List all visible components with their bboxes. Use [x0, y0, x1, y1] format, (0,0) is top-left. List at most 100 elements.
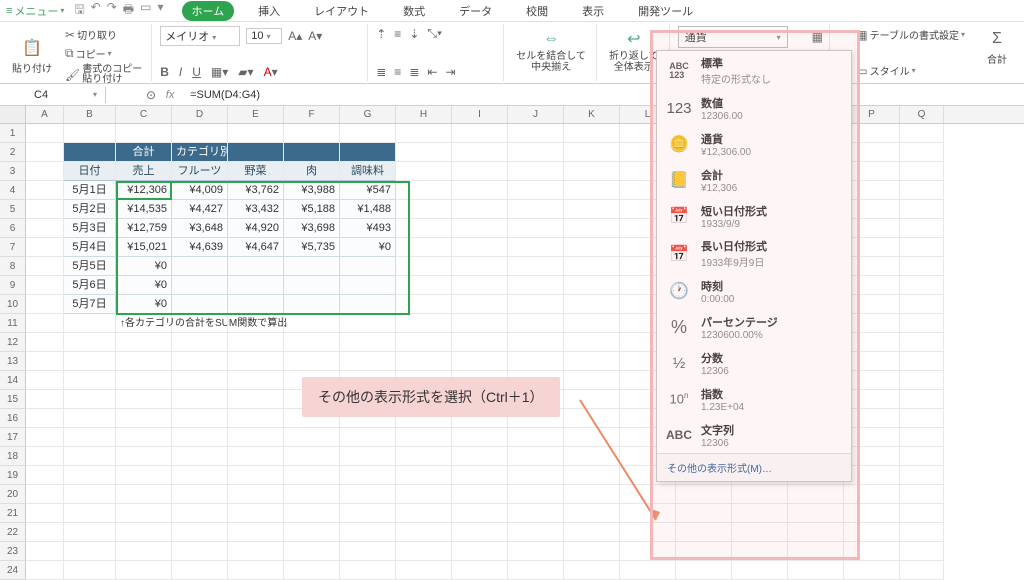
- cell[interactable]: [396, 485, 452, 504]
- cell[interactable]: [564, 238, 620, 257]
- cell[interactable]: [844, 371, 900, 390]
- cell[interactable]: [900, 276, 944, 295]
- cell[interactable]: [172, 124, 228, 143]
- col-header-Q[interactable]: Q: [900, 106, 944, 123]
- cell[interactable]: [900, 390, 944, 409]
- cell[interactable]: [396, 333, 452, 352]
- cell[interactable]: [900, 466, 944, 485]
- cell[interactable]: [340, 352, 396, 371]
- cell[interactable]: ¥5,735: [284, 238, 340, 257]
- cell[interactable]: [340, 143, 396, 162]
- formula-input[interactable]: =SUM(D4:G4): [184, 87, 1024, 103]
- cell[interactable]: [508, 333, 564, 352]
- cell[interactable]: [452, 219, 508, 238]
- cell[interactable]: [26, 124, 64, 143]
- row-header[interactable]: 18: [0, 447, 26, 466]
- cell[interactable]: [116, 542, 172, 561]
- cell[interactable]: [844, 124, 900, 143]
- cell[interactable]: [26, 162, 64, 181]
- cell[interactable]: [564, 200, 620, 219]
- cell[interactable]: [116, 523, 172, 542]
- cell[interactable]: [64, 333, 116, 352]
- cell[interactable]: [284, 504, 340, 523]
- cell[interactable]: [228, 409, 284, 428]
- cell[interactable]: [396, 219, 452, 238]
- cell[interactable]: 5月1日: [64, 181, 116, 200]
- row-header[interactable]: 10: [0, 295, 26, 314]
- cell[interactable]: [564, 219, 620, 238]
- format-option-時刻[interactable]: 🕐時刻0:00:00: [657, 273, 851, 309]
- cell[interactable]: [64, 371, 116, 390]
- format-option-標準[interactable]: ABC123標準特定の形式なし: [657, 51, 851, 90]
- orientation-icon[interactable]: ⤡▾: [427, 26, 442, 41]
- cell[interactable]: [844, 390, 900, 409]
- cell[interactable]: [228, 295, 284, 314]
- cell[interactable]: [900, 447, 944, 466]
- cell[interactable]: 肉: [284, 162, 340, 181]
- cell[interactable]: [228, 447, 284, 466]
- cell[interactable]: [676, 504, 732, 523]
- cell[interactable]: カテゴリ別売上: [172, 143, 228, 162]
- preview-icon[interactable]: ▭: [140, 0, 151, 21]
- cell[interactable]: [900, 409, 944, 428]
- cell[interactable]: [172, 504, 228, 523]
- cell[interactable]: ¥0: [116, 276, 172, 295]
- cell[interactable]: [340, 314, 396, 333]
- cell[interactable]: [844, 428, 900, 447]
- row-header[interactable]: 7: [0, 238, 26, 257]
- cell[interactable]: [508, 162, 564, 181]
- cell[interactable]: [844, 542, 900, 561]
- cell[interactable]: [64, 143, 116, 162]
- cell[interactable]: [64, 409, 116, 428]
- cell[interactable]: [26, 371, 64, 390]
- cell[interactable]: [452, 200, 508, 219]
- cell[interactable]: [452, 257, 508, 276]
- tab-レイアウト[interactable]: レイアウト: [304, 1, 379, 21]
- font-name-select[interactable]: メイリオ ▾: [160, 26, 240, 46]
- cell[interactable]: [228, 504, 284, 523]
- cell[interactable]: [172, 371, 228, 390]
- cell[interactable]: [284, 466, 340, 485]
- border-button[interactable]: ▦▾: [211, 65, 228, 79]
- cell[interactable]: [844, 276, 900, 295]
- cell[interactable]: [340, 276, 396, 295]
- increase-font-icon[interactable]: A▴: [288, 29, 302, 43]
- cell[interactable]: [284, 143, 340, 162]
- cell[interactable]: [64, 428, 116, 447]
- cell[interactable]: [508, 561, 564, 580]
- cell[interactable]: ¥547: [340, 181, 396, 200]
- row-header[interactable]: 5: [0, 200, 26, 219]
- cut-button[interactable]: ✂切り取り: [62, 26, 145, 43]
- cell[interactable]: [452, 542, 508, 561]
- cell[interactable]: [788, 523, 844, 542]
- cell[interactable]: [340, 466, 396, 485]
- format-option-長い日付形式[interactable]: 📅長い日付形式1933年9月9日: [657, 234, 851, 273]
- cell[interactable]: [396, 352, 452, 371]
- cell[interactable]: [172, 428, 228, 447]
- cell[interactable]: [26, 409, 64, 428]
- number-format-dropdown[interactable]: 通貨 ▾: [678, 26, 788, 48]
- cell[interactable]: [172, 523, 228, 542]
- cell[interactable]: [508, 276, 564, 295]
- cell[interactable]: [64, 485, 116, 504]
- align-left-icon[interactable]: ≣: [376, 65, 386, 79]
- cell[interactable]: [396, 428, 452, 447]
- cell[interactable]: [116, 561, 172, 580]
- col-header-C[interactable]: C: [116, 106, 172, 123]
- name-box[interactable]: C4▾: [26, 87, 106, 103]
- cell[interactable]: [844, 314, 900, 333]
- cell[interactable]: [228, 561, 284, 580]
- cell[interactable]: [64, 352, 116, 371]
- cell[interactable]: [900, 200, 944, 219]
- cell[interactable]: [564, 257, 620, 276]
- spreadsheet-grid[interactable]: ABCDEFGHIJKLMNOPQ 12合計カテゴリ別売上3日付売上フルーツ野菜…: [0, 106, 1024, 580]
- row-header[interactable]: 3: [0, 162, 26, 181]
- cell[interactable]: [26, 257, 64, 276]
- underline-button[interactable]: U: [192, 65, 201, 79]
- cell[interactable]: [900, 162, 944, 181]
- menu-button[interactable]: ≡ メニュー ▾: [6, 3, 64, 19]
- more-formats-link[interactable]: その他の表示形式(M)…: [657, 453, 851, 481]
- cell[interactable]: [900, 238, 944, 257]
- cell[interactable]: [284, 333, 340, 352]
- cell[interactable]: [844, 352, 900, 371]
